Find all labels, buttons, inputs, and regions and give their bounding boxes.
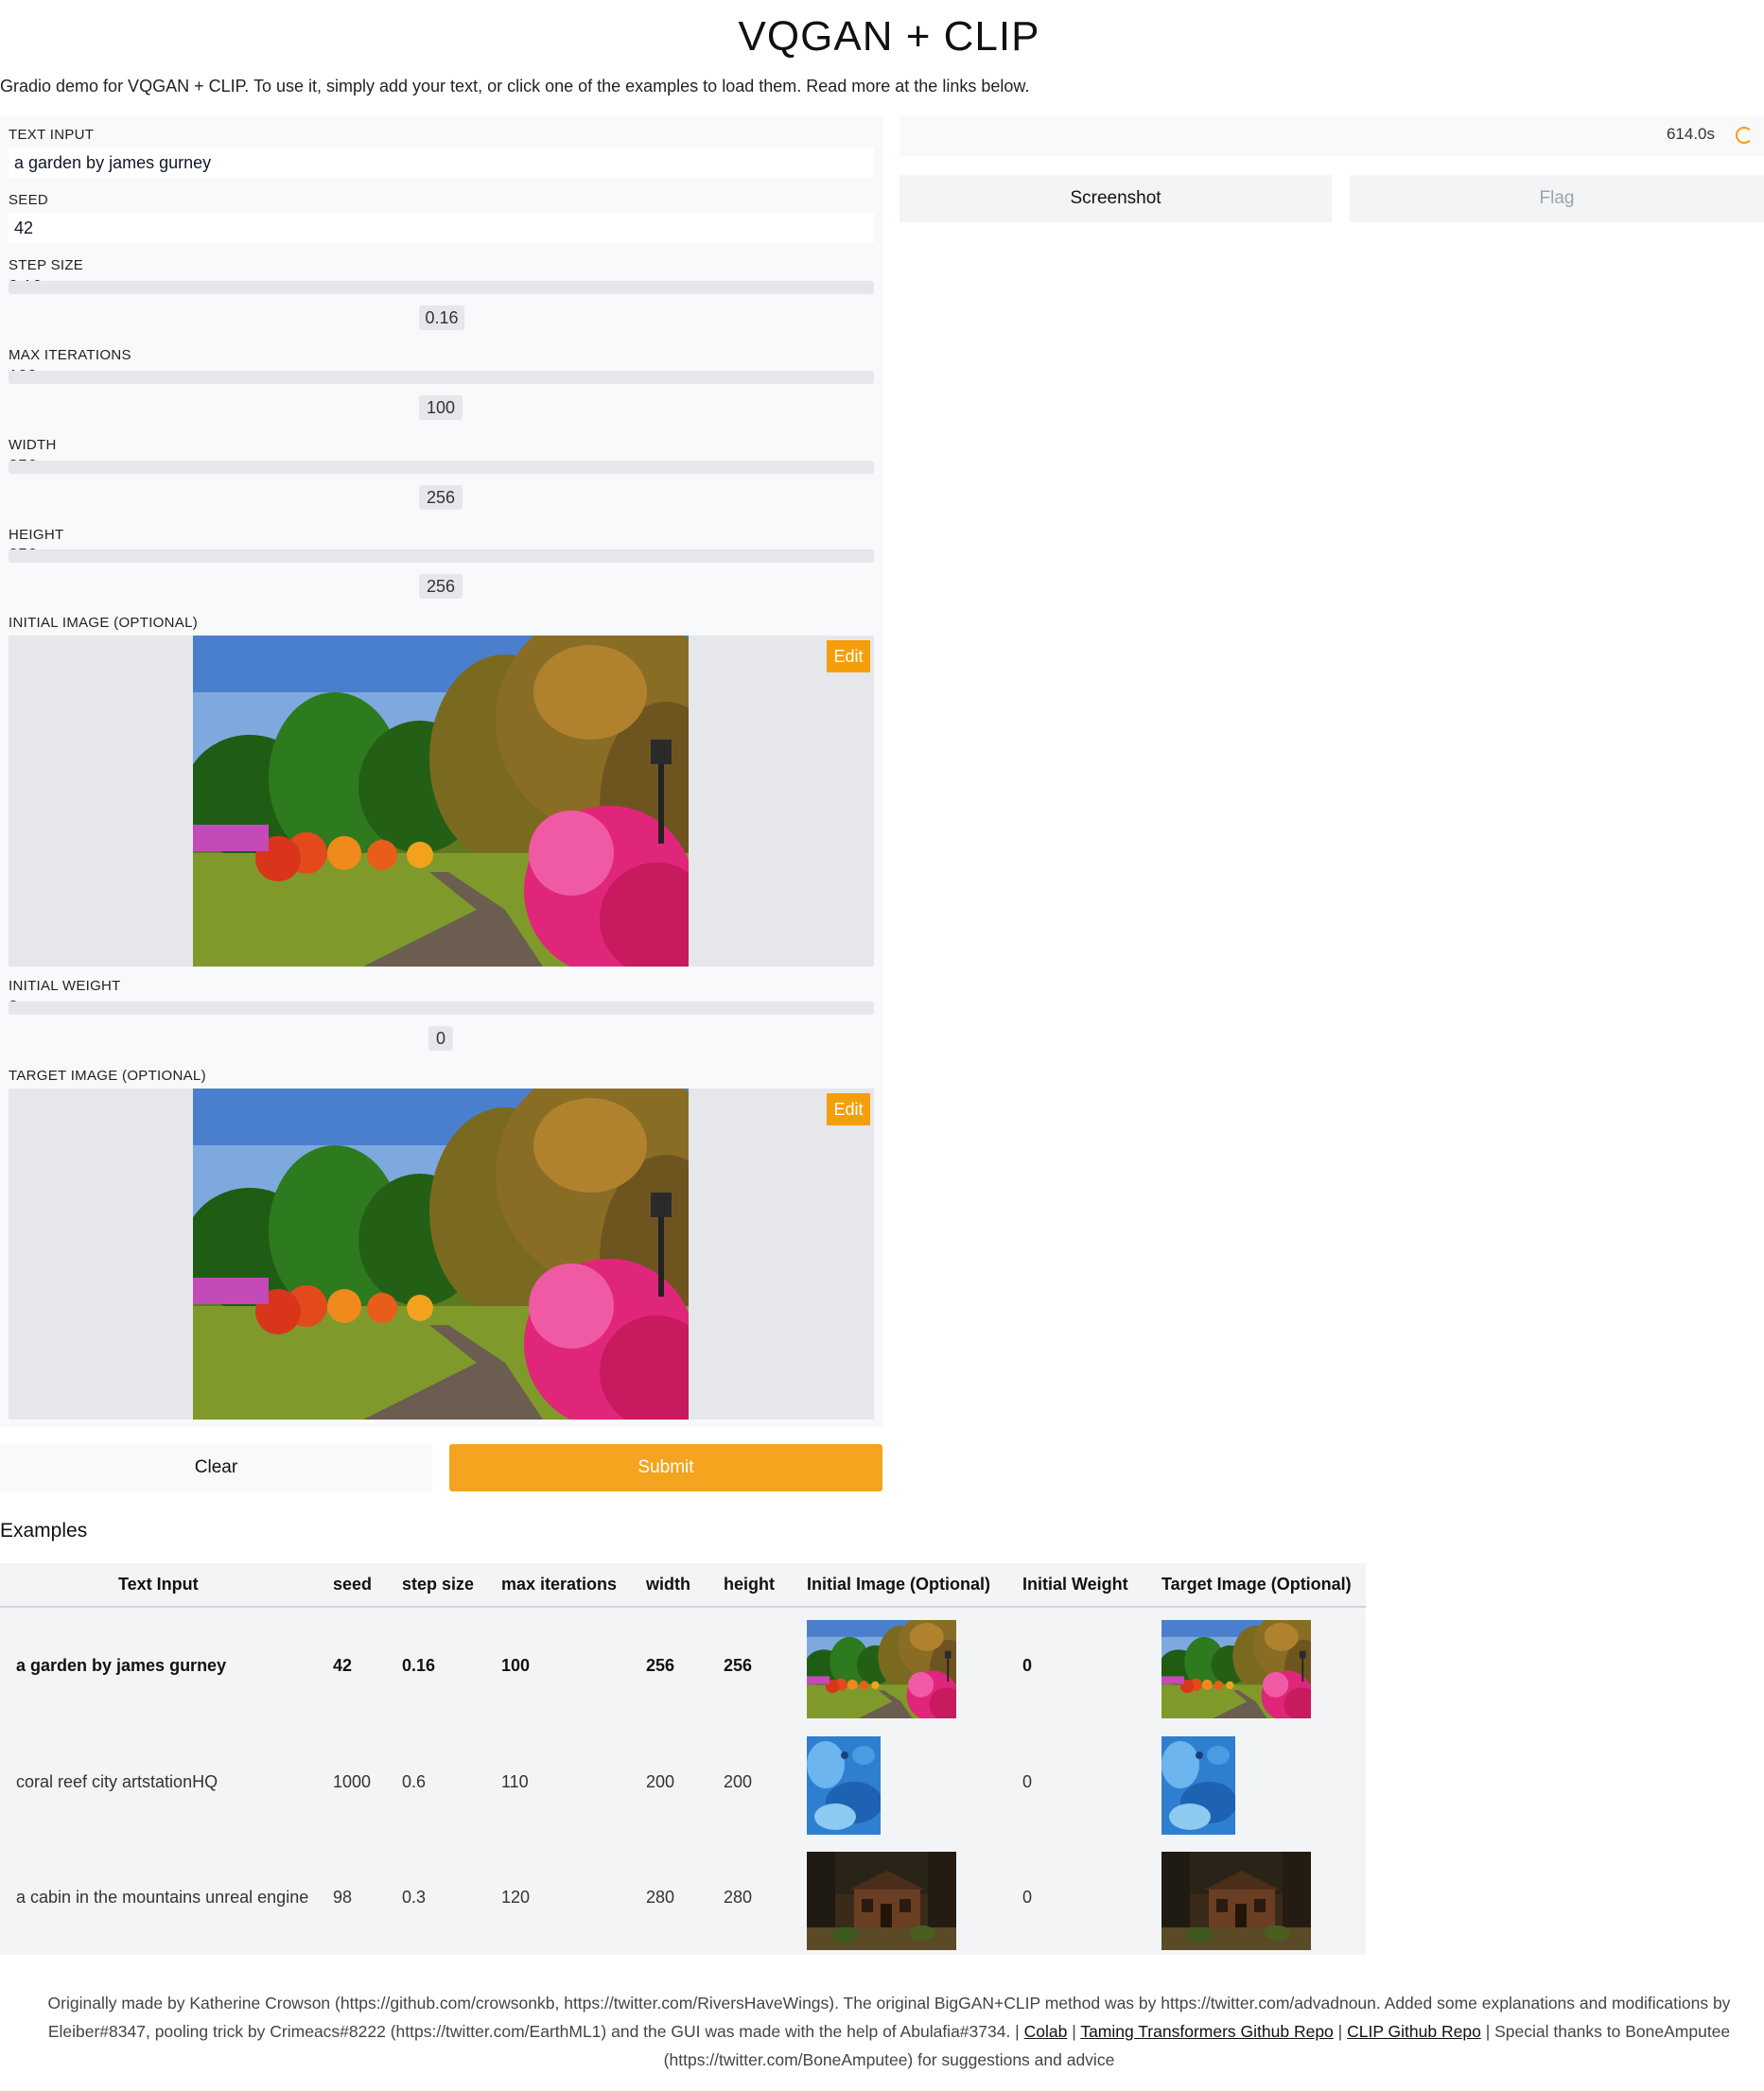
initial-image-label: INITIAL IMAGE (OPTIONAL): [9, 615, 199, 631]
target-image-edit-button[interactable]: Edit: [827, 1093, 870, 1125]
initial-weight-slider[interactable]: [9, 1002, 874, 1015]
row-target-image-cabin: [1161, 1852, 1311, 1950]
seed-field[interactable]: 42: [9, 213, 874, 243]
initial-weight-label: INITIAL WEIGHT: [9, 978, 121, 994]
row-seed: 1000: [333, 1772, 372, 1791]
row-seed: 42: [333, 1656, 353, 1675]
row-initial-weight: 0: [1022, 1772, 1033, 1791]
row-text-input: a garden by james gurney: [16, 1656, 227, 1675]
width-label: WIDTH: [9, 437, 57, 453]
table-row[interactable]: a cabin in the mountains unreal engine 9…: [0, 1839, 1366, 1955]
footer-text: (https://twitter.com/BoneAmputee) for su…: [663, 2050, 1115, 2069]
row-max-iterations: 110: [501, 1772, 529, 1791]
height-label: HEIGHT: [9, 527, 64, 543]
header-seed: seed: [333, 1575, 373, 1594]
header-height: height: [724, 1575, 775, 1594]
submit-button[interactable]: Submit: [449, 1444, 882, 1491]
target-image-garden: [193, 1089, 689, 1420]
max-iterations-label: MAX ITERATIONS: [9, 347, 131, 363]
row-width: 256: [646, 1656, 675, 1675]
row-width: 280: [646, 1888, 675, 1907]
input-panel: TEXT INPUT a garden by james gurney SEED…: [0, 115, 883, 1427]
colab-link[interactable]: Colab: [1024, 2022, 1068, 2041]
row-text-input: coral reef city artstationHQ: [16, 1772, 218, 1791]
footer-separator: |: [1072, 2022, 1076, 2041]
height-number[interactable]: 256: [419, 574, 463, 599]
timer-text: 614.0s: [1666, 125, 1715, 143]
seed-label: SEED: [9, 192, 49, 208]
max-iterations-slider[interactable]: [9, 371, 874, 384]
target-image-upload[interactable]: Edit: [9, 1089, 874, 1420]
page-description: Gradio demo for VQGAN + CLIP. To use it,…: [0, 77, 1030, 96]
row-initial-image-coral-reef: [807, 1736, 881, 1835]
row-initial-weight: 0: [1022, 1656, 1033, 1675]
examples-table: Text Input seed step size max iterations…: [0, 1563, 1366, 1955]
row-text-input: a cabin in the mountains unreal engine: [16, 1888, 309, 1907]
target-image-label: TARGET IMAGE (OPTIONAL): [9, 1068, 206, 1084]
table-row[interactable]: a garden by james gurney 42 0.16 100 256…: [0, 1608, 1366, 1723]
initial-image-edit-button[interactable]: Edit: [827, 640, 870, 672]
step-size-slider[interactable]: [9, 281, 874, 294]
width-number[interactable]: 256: [419, 485, 463, 510]
table-row[interactable]: coral reef city artstationHQ 1000 0.6 11…: [0, 1723, 1366, 1839]
row-step-size: 0.3: [402, 1888, 427, 1907]
row-target-image-garden: [1161, 1620, 1311, 1718]
step-size-number[interactable]: 0.16: [419, 305, 464, 330]
row-width: 200: [646, 1772, 675, 1791]
clear-button[interactable]: Clear: [0, 1444, 432, 1491]
header-text-input: Text Input: [118, 1575, 199, 1594]
text-input-field[interactable]: a garden by james gurney: [9, 148, 874, 178]
footer-article: Originally made by Katherine Crowson (ht…: [28, 1989, 1750, 2074]
row-height: 200: [724, 1772, 753, 1791]
footer-text: | Special thanks to BoneAmputee: [1485, 2022, 1731, 2041]
header-initial-weight: Initial Weight: [1022, 1575, 1128, 1594]
row-initial-image-cabin: [807, 1852, 956, 1950]
row-target-image-coral-reef: [1161, 1736, 1235, 1835]
footer-text: Eleiber#8347, pooling trick by Crimeacs#…: [47, 2022, 1020, 2041]
text-input-label: TEXT INPUT: [9, 127, 95, 143]
header-width: width: [646, 1575, 690, 1594]
screenshot-button[interactable]: Screenshot: [899, 175, 1332, 222]
output-panel: 614.0s: [899, 115, 1764, 156]
taming-transformers-link[interactable]: Taming Transformers Github Repo: [1080, 2022, 1333, 2041]
width-slider[interactable]: [9, 461, 874, 474]
examples-header-row: Text Input seed step size max iterations…: [0, 1563, 1366, 1608]
header-max-iterations: max iterations: [501, 1575, 618, 1594]
row-max-iterations: 100: [501, 1656, 531, 1675]
row-height: 280: [724, 1888, 753, 1907]
step-size-label: STEP SIZE: [9, 257, 84, 273]
initial-weight-number[interactable]: 0: [428, 1026, 453, 1051]
header-initial-image: Initial Image (Optional): [807, 1575, 991, 1594]
max-iterations-number[interactable]: 100: [419, 395, 463, 420]
initial-image-upload[interactable]: Edit: [9, 636, 874, 967]
header-target-image: Target Image (Optional): [1161, 1575, 1352, 1594]
row-initial-image-garden: [807, 1620, 956, 1718]
clip-github-link[interactable]: CLIP Github Repo: [1347, 2022, 1481, 2041]
header-step-size: step size: [402, 1575, 475, 1594]
height-slider[interactable]: [9, 549, 874, 563]
page-title: VQGAN + CLIP: [738, 13, 1040, 60]
examples-title: Examples: [0, 1520, 88, 1542]
row-step-size: 0.6: [402, 1772, 427, 1791]
footer-separator: |: [1337, 2022, 1343, 2041]
loading-spinner-icon: [1736, 127, 1753, 144]
row-seed: 98: [333, 1888, 353, 1907]
footer-text: Originally made by Katherine Crowson (ht…: [47, 1994, 1731, 2013]
row-initial-weight: 0: [1022, 1888, 1033, 1907]
initial-image-garden: [193, 636, 689, 967]
row-height: 256: [724, 1656, 753, 1675]
row-step-size: 0.16: [402, 1656, 436, 1675]
flag-button[interactable]: Flag: [1350, 175, 1764, 222]
row-max-iterations: 120: [501, 1888, 531, 1907]
